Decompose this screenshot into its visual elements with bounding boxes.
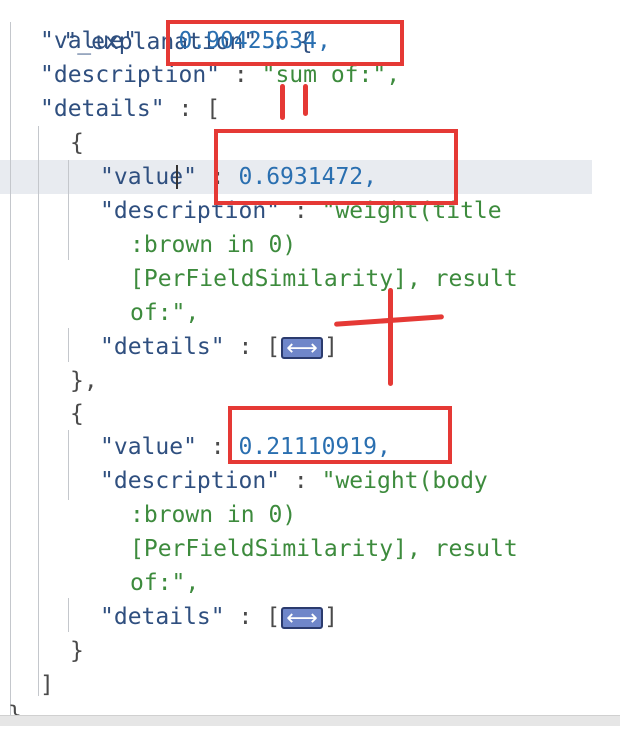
close-bracket: ] — [324, 334, 338, 360]
array-close-line: ] — [40, 668, 54, 702]
close-brace: } — [70, 638, 84, 664]
open-brace: { — [70, 130, 84, 156]
colon: : — [178, 96, 193, 122]
indent-guide — [68, 598, 69, 632]
object-close-line: } — [70, 634, 84, 668]
indent-guide — [68, 430, 69, 500]
open-bracket: [ — [206, 96, 221, 122]
annotation-box-body-value — [228, 406, 452, 464]
value-key: "value" — [100, 164, 197, 190]
annotation-equal-mark — [280, 84, 285, 120]
object-open-line: { — [70, 126, 84, 160]
title-details-line: "details" : [] — [100, 330, 338, 366]
body-details-line: "details" : [] — [100, 600, 338, 636]
open-bracket: [ — [266, 334, 281, 360]
annotation-equal-mark — [303, 84, 308, 116]
object-open-line: { — [70, 397, 84, 431]
annotation-plus-mark — [388, 288, 393, 386]
title-description-continued: :brown in 0) — [130, 232, 297, 258]
indent-guide — [10, 22, 11, 722]
details-key: "details" — [100, 334, 225, 360]
details-key: "details" — [40, 96, 165, 122]
indent-guide — [68, 160, 69, 260]
title-description-continued: of:", — [130, 300, 200, 326]
colon: : — [293, 468, 308, 494]
json-response-viewer: "_explanation" : { "value" 0.90425634, "… — [0, 0, 620, 728]
text-cursor — [176, 165, 178, 189]
indent-guide — [38, 126, 39, 696]
close-bracket: ] — [324, 604, 338, 630]
horizontal-scrollbar[interactable] — [0, 715, 620, 726]
body-description-continued: :brown in 0) — [130, 502, 297, 528]
open-bracket: [ — [266, 604, 281, 630]
title-description-continued: [PerFieldSimilarity], result — [130, 266, 518, 292]
colon: : — [238, 334, 253, 360]
value-key: "value" — [100, 434, 197, 460]
object-close-line: }, — [70, 364, 98, 398]
open-brace: { — [70, 401, 84, 427]
annotation-box-root-value — [166, 20, 404, 66]
colon: : — [210, 434, 225, 460]
fold-expand-icon[interactable] — [281, 332, 324, 366]
fold-expand-icon[interactable] — [281, 602, 324, 636]
value-key: "value" — [40, 28, 137, 54]
indent-guide — [68, 328, 69, 362]
annotation-box-title-value — [214, 129, 458, 205]
close-bracket: ] — [40, 672, 54, 698]
description-key: "description" — [100, 468, 281, 494]
root-details-line: "details" : [ — [40, 92, 220, 126]
body-description-value[interactable]: "weight(body — [322, 468, 488, 494]
colon: : — [238, 604, 253, 630]
close-brace: }, — [70, 368, 98, 394]
body-description-continued: of:", — [130, 570, 200, 596]
details-key: "details" — [100, 604, 225, 630]
body-description-continued: [PerFieldSimilarity], result — [130, 536, 518, 562]
body-description-line: "description" : "weight(body — [100, 464, 488, 498]
